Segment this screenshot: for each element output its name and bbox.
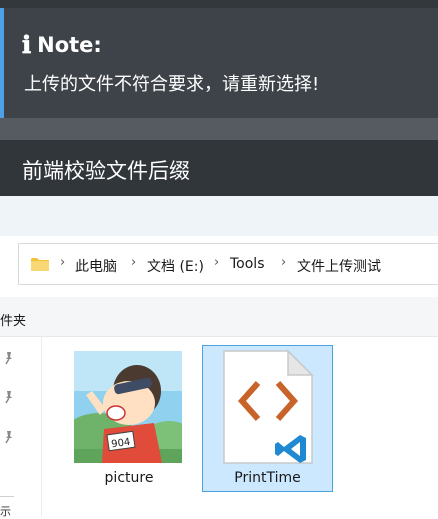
tab-folder[interactable]: 件夹: [0, 310, 26, 329]
breadcrumb-tools[interactable]: Tools: [230, 256, 265, 272]
file-name-picture[interactable]: picture: [64, 470, 194, 486]
note-top-border: [0, 0, 438, 8]
file-name-printtime[interactable]: PrintTime: [202, 470, 333, 486]
note-accent-bar: [0, 8, 4, 118]
address-bar[interactable]: › 此电脑 › 文档 (E:) › Tools › 文件上传测试: [18, 243, 438, 285]
breadcrumb-this-pc[interactable]: 此电脑: [75, 256, 117, 276]
pin-icon[interactable]: [2, 390, 16, 404]
image-thumbnail[interactable]: 904: [74, 351, 182, 463]
info-icon: ℹ: [22, 30, 32, 59]
navigation-pane: [0, 337, 42, 516]
folder-icon: [31, 258, 49, 271]
section-title: 前端校验文件后缀: [22, 159, 190, 183]
note-heading: ℹ Note:: [22, 30, 102, 59]
breadcrumb-upload-test[interactable]: 文件上传测试: [297, 256, 381, 276]
chevron-right-icon: ›: [131, 255, 137, 270]
code-file-icon: [223, 349, 314, 464]
chevron-right-icon: ›: [60, 255, 66, 270]
note-title: Note:: [37, 32, 102, 57]
pin-icon[interactable]: [2, 351, 16, 365]
nav-item-label[interactable]: 示: [0, 503, 11, 519]
pin-icon[interactable]: [2, 430, 16, 444]
ribbon-bar: [0, 297, 438, 337]
chevron-right-icon: ›: [281, 255, 287, 270]
breadcrumb-documents[interactable]: 文档 (E:): [147, 256, 204, 276]
note-panel: [0, 0, 438, 118]
nav-divider: [0, 496, 14, 497]
divider-band: [0, 118, 438, 140]
note-message: 上传的文件不符合要求，请重新选择!: [24, 74, 320, 95]
chevron-right-icon: ›: [214, 255, 220, 270]
explorer-toolbar-strip: [0, 196, 438, 236]
